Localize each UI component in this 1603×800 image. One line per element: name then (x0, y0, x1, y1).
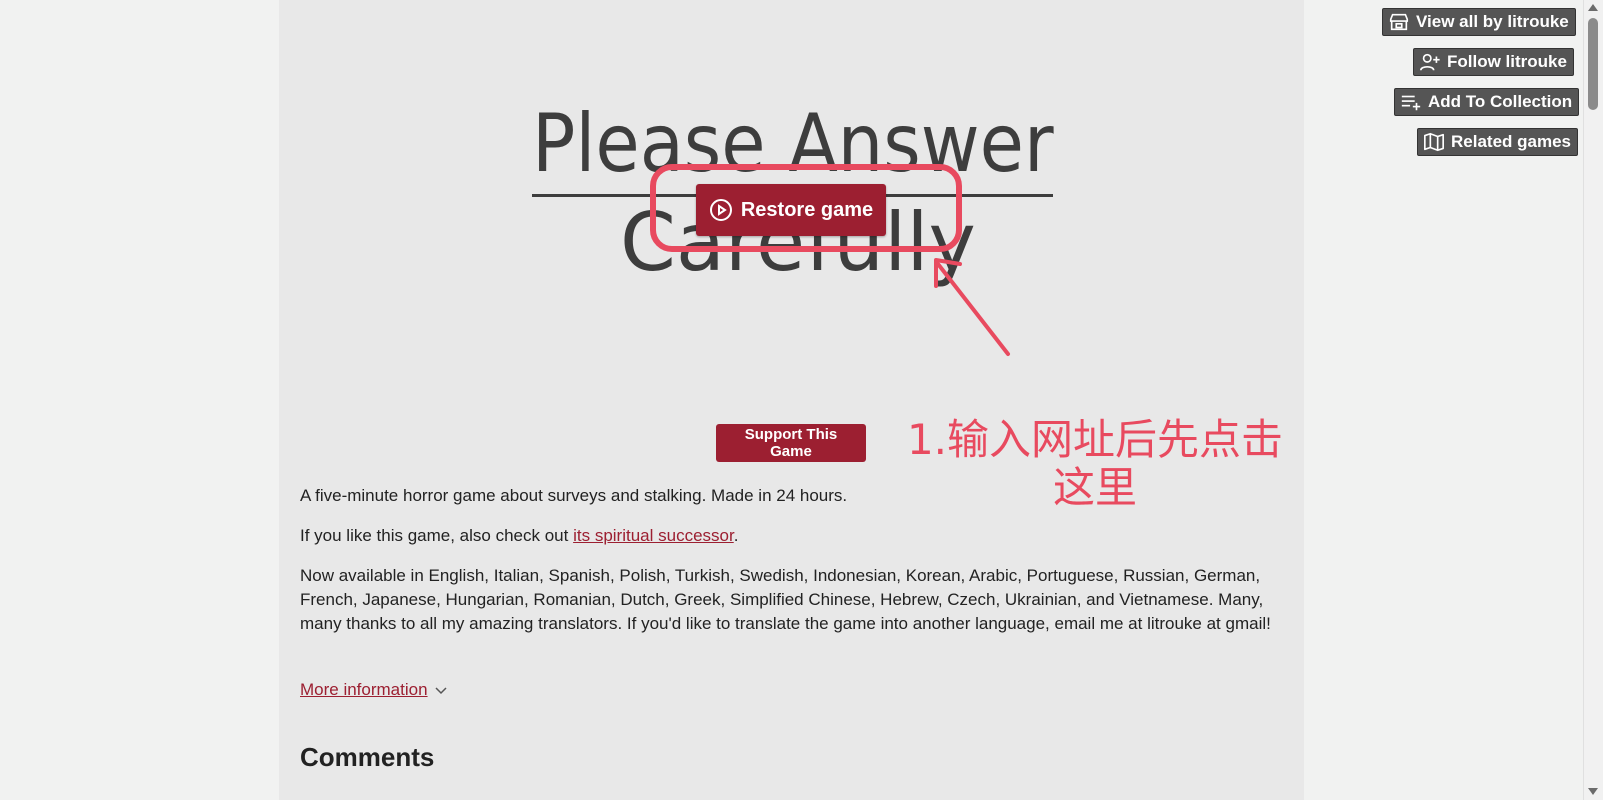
map-icon (1424, 132, 1444, 152)
itchio-store-icon (1389, 13, 1409, 31)
description-paragraph-3: Now available in English, Italian, Spani… (300, 566, 1271, 633)
annotation-highlight-box (650, 164, 962, 252)
description-p2-before: If you like this game, also check out (300, 526, 574, 545)
page: Please Answer Carefully Restore game 1.输… (0, 0, 1603, 800)
add-to-collection-label: Add To Collection (1428, 92, 1573, 111)
description-paragraph-1: A five-minute horror game about surveys … (300, 486, 848, 505)
chevron-down-icon (435, 687, 447, 695)
user-plus-icon (1420, 53, 1440, 71)
more-information-link[interactable]: More information (300, 680, 448, 700)
add-to-collection-button[interactable]: Add To Collection (1394, 88, 1580, 116)
related-games-button[interactable]: Related games (1417, 128, 1578, 156)
scroll-down-icon[interactable] (1588, 788, 1598, 795)
scrollbar-thumb[interactable] (1588, 18, 1598, 110)
related-games-label: Related games (1451, 132, 1571, 151)
more-information-label: More information (300, 680, 428, 699)
description-paragraph-2: If you like this game, also check out it… (300, 524, 1280, 548)
follow-author-button[interactable]: Follow litrouke (1413, 48, 1574, 76)
annotation-arrow-icon (934, 258, 1010, 356)
comments-heading: Comments (300, 742, 435, 772)
follow-label: Follow litrouke (1447, 52, 1567, 71)
annotation-text-line1: 1.输入网址后先点击 (906, 415, 1284, 464)
view-all-by-author-button[interactable]: View all by litrouke (1382, 8, 1576, 36)
scroll-up-icon[interactable] (1588, 4, 1598, 11)
vertical-scrollbar[interactable] (1583, 0, 1603, 800)
list-plus-icon (1401, 95, 1421, 111)
view-all-label: View all by litrouke (1416, 12, 1569, 31)
description-p2-after: . (733, 526, 739, 545)
support-game-button[interactable]: Support This Game (716, 424, 866, 462)
spiritual-successor-link[interactable]: its spiritual successor (573, 526, 734, 545)
